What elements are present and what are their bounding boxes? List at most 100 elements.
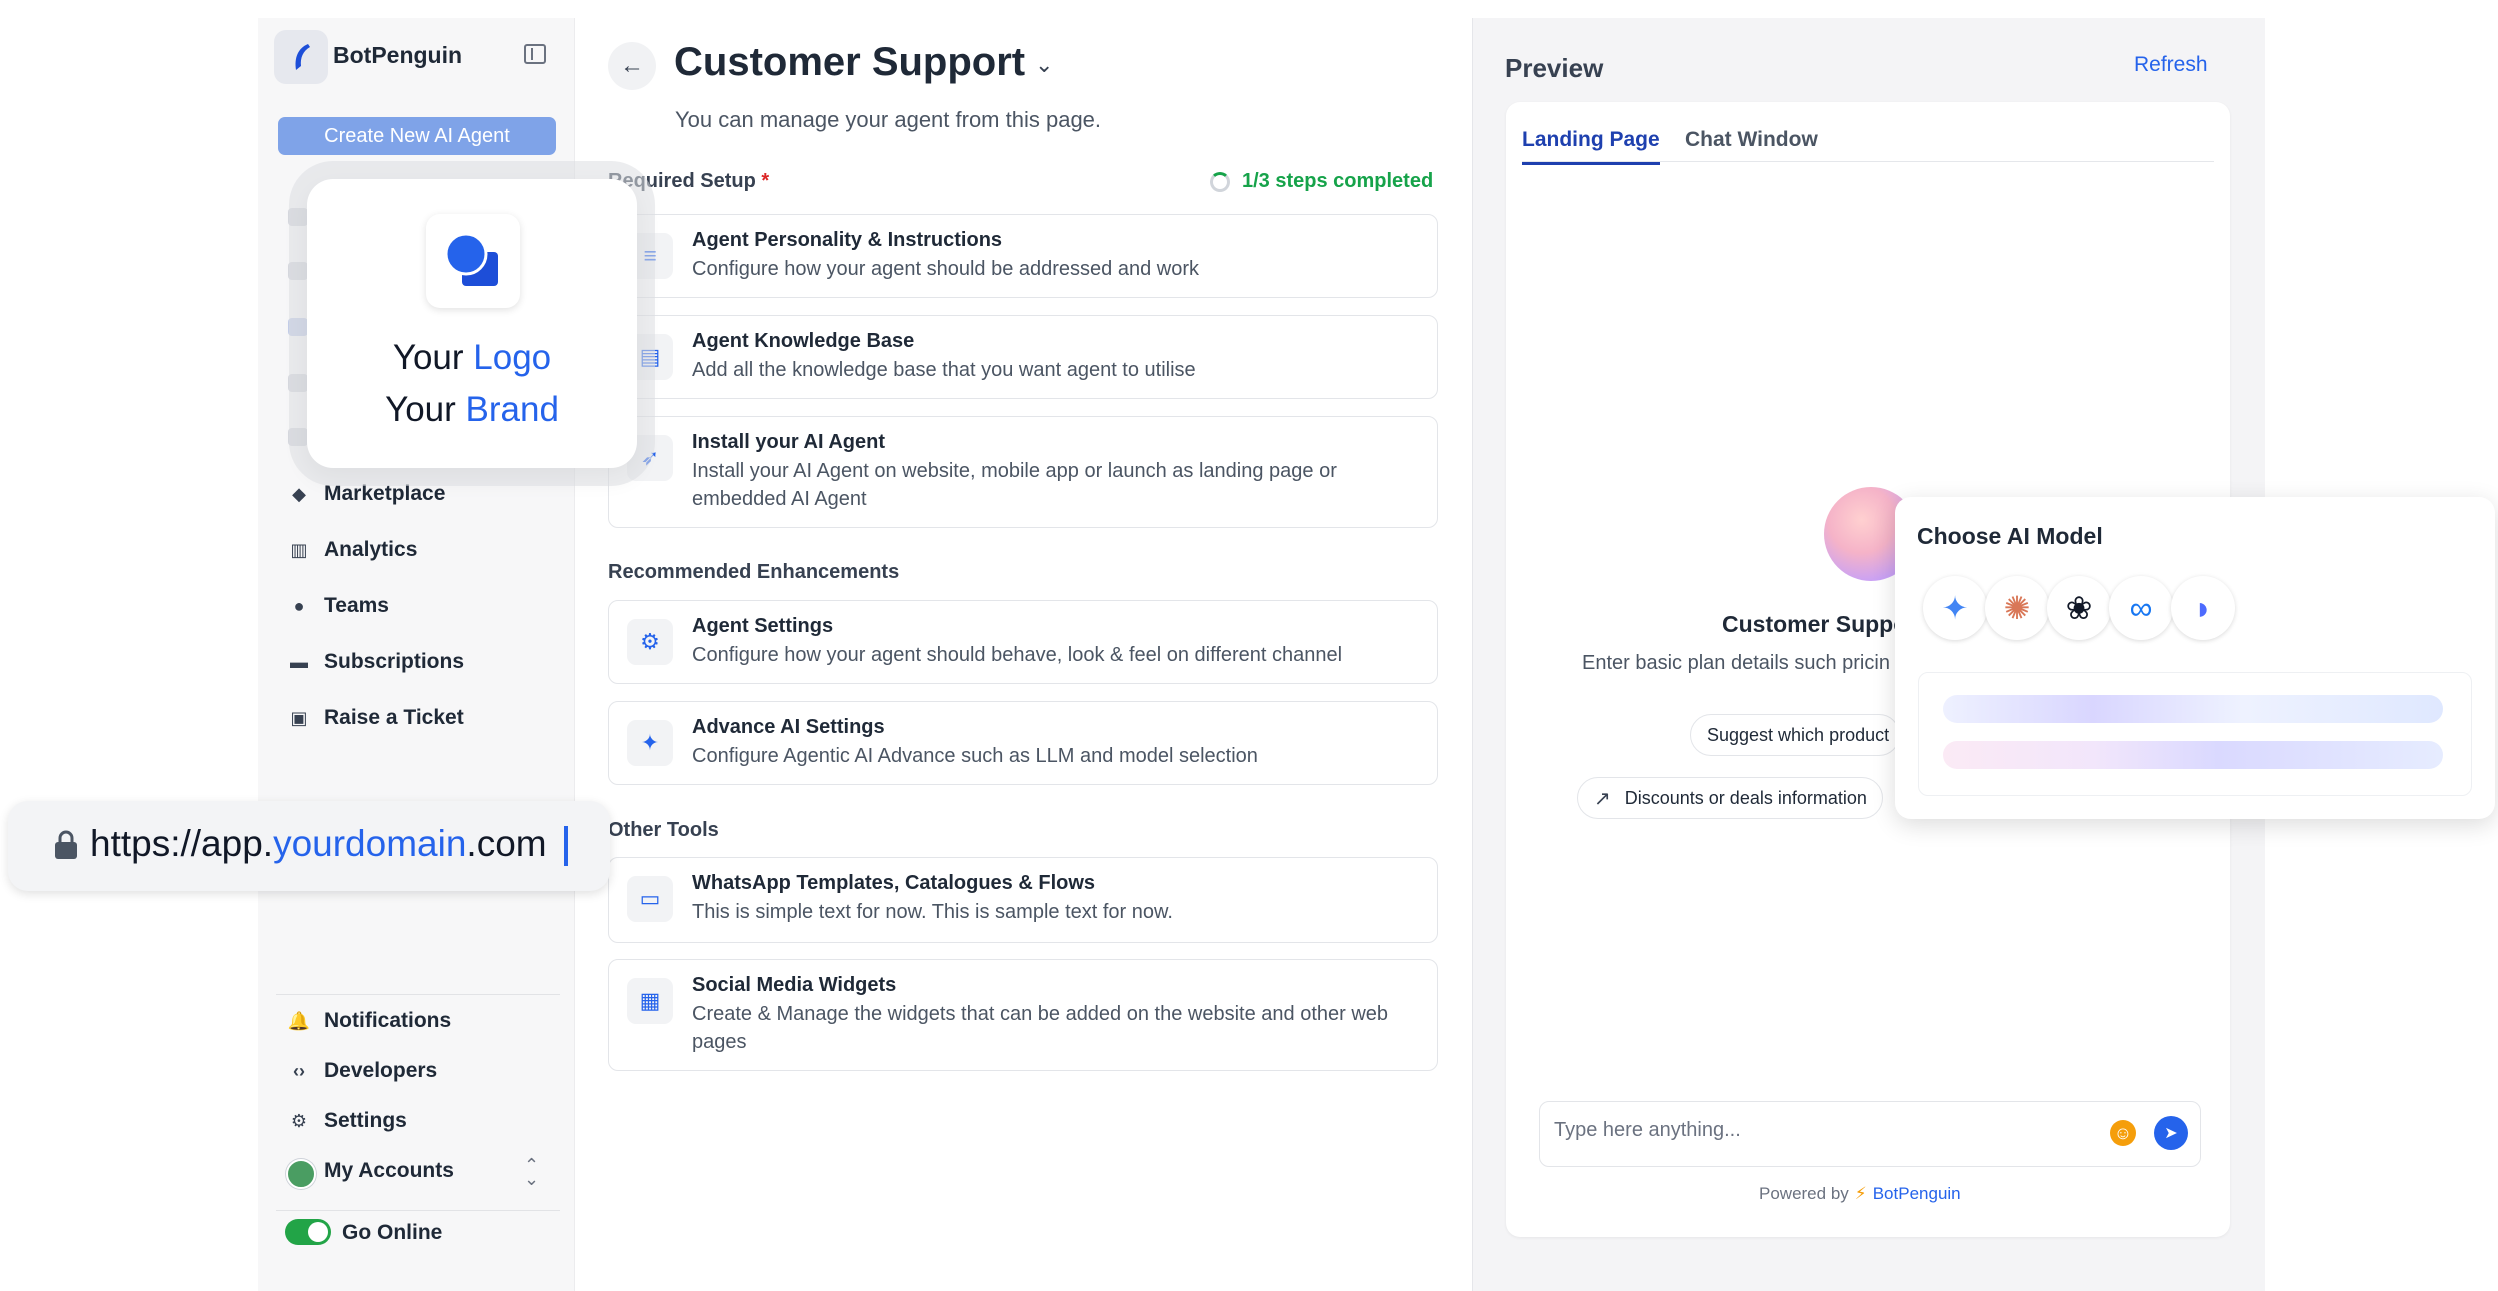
page-subtitle: You can manage your agent from this page… [675,107,1102,132]
inbox-icon[interactable] [288,428,308,446]
card-advance-ai-settings[interactable]: ✦ Advance AI Settings Configure Agentic … [608,701,1438,785]
chevron-down-icon[interactable]: ⌄ [1035,52,1053,78]
chat-bubble-logo-icon [444,232,498,286]
card-description: Create & Manage the widgets that can be … [692,1003,1389,1053]
card-title: Agent Settings [692,615,834,637]
penguin-logo-icon [295,44,310,70]
sidebar-item-label: My Accounts [324,1159,454,1182]
text-caret [564,826,568,866]
your-logo-box [426,214,520,308]
card-title: WhatsApp Templates, Catalogues & Flows [692,872,1096,894]
gear-icon: ⚙ [627,619,673,665]
meta-icon[interactable]: ∞ [2109,576,2173,640]
chat-input-box[interactable] [1539,1101,2201,1167]
required-star: * [761,170,770,192]
grid-icon: ▦ [627,978,673,1024]
card-social-widgets[interactable]: ▦ Social Media Widgets Create & Manage t… [608,959,1438,1071]
emoji-icon[interactable]: ☺ [2110,1120,2136,1146]
suggestion-chip[interactable]: ↗ Discounts or deals information [1577,777,1883,819]
chat-icon[interactable] [288,318,308,336]
monitor-icon: ▬ [290,651,308,672]
go-online-toggle[interactable] [285,1219,331,1245]
chevron-updown-icon[interactable]: ⌃ ⌄ [524,1156,539,1188]
sidebar-item-subscriptions[interactable]: ▬ Subscriptions [288,647,464,677]
card-agent-personality[interactable]: ≡ Agent Personality & Instructions Confi… [608,214,1438,298]
send-button[interactable]: ➤ [2154,1116,2188,1150]
flow-icon[interactable] [288,262,308,280]
chat-input[interactable] [1552,1118,2116,1143]
url-domain: yourdomain [273,823,467,864]
refresh-button[interactable]: Refresh [2128,52,2214,78]
page-title: Customer Support [674,40,1026,84]
sparkle-icon: ✦ [627,720,673,766]
steps-text: 1/3 steps completed [1242,170,1434,192]
brand-text: Your [385,390,456,429]
sidebar-item-settings[interactable]: ⚙ Settings [288,1106,407,1136]
sidebar-divider [276,994,560,995]
template-icon: ▭ [627,876,673,922]
people-icon: ● [293,595,305,616]
card-title: Install your AI Agent [692,431,885,453]
chip-label: Discounts or deals information [1624,787,1867,808]
bell-icon: 🔔 [287,1010,311,1031]
powered-by-text: Powered by [1759,1184,1849,1203]
home-icon[interactable] [288,208,308,226]
sidebar-item-analytics[interactable]: ▥ Analytics [288,535,417,565]
suggestion-chip[interactable]: Suggest which product [1690,714,1900,756]
sidebar-item-developers[interactable]: ‹› Developers [288,1056,437,1086]
sidebar-item-label: Subscriptions [324,650,465,673]
botpenguin-logo[interactable] [274,30,328,84]
claude-icon[interactable]: ✺ [1985,576,2049,640]
tab-chat-window[interactable]: Chat Window [1685,128,1818,162]
lock-icon [55,830,77,859]
sidebar-divider [276,1210,560,1211]
card-whatsapp-templates[interactable]: ▭ WhatsApp Templates, Catalogues & Flows… [608,857,1438,943]
gemini-icon[interactable]: ✦ [1923,576,1987,640]
card-description: Install your AI Agent on website, mobile… [692,460,1337,510]
avatar [286,1159,316,1189]
steps-progress: 1/3 steps completed [1210,170,1433,193]
brand-line-2: Your Brand [307,390,637,430]
card-agent-settings[interactable]: ⚙ Agent Settings Configure how your agen… [608,600,1438,684]
card-title: Advance AI Settings [692,716,885,738]
card-title: Agent Personality & Instructions [692,229,1003,251]
card-description: Configure Agentic AI Advance such as LLM… [692,745,1258,767]
other-tools-label: Other Tools [608,819,719,841]
sidebar-collapse-icon[interactable] [524,44,546,64]
code-icon: ‹› [293,1060,305,1081]
chip-label: Suggest which product [1707,724,1890,745]
sidebar-item-label: Developers [324,1059,438,1082]
create-agent-button[interactable]: Create New AI Agent [278,117,556,155]
sidebar-item-label: Teams [324,594,389,617]
recommended-label: Recommended Enhancements [608,561,900,583]
back-button[interactable]: ← [608,42,656,90]
tab-landing-page[interactable]: Landing Page [1522,128,1660,165]
card-title: Social Media Widgets [692,974,897,996]
card-description: This is simple text for now. This is sam… [692,901,1173,923]
sidebar-item-teams[interactable]: ● Teams [288,591,389,621]
card-description: Configure how your agent should be addre… [692,258,1199,280]
bar-chart-icon: ▥ [290,539,308,560]
tab-divider [1522,161,2214,162]
powered-by-brand[interactable]: BotPenguin [1873,1184,1961,1203]
go-online-text: Go Online [342,1221,443,1244]
deepseek-icon[interactable]: ◗ [2171,576,2235,640]
sidebar-item-my-accounts[interactable]: My Accounts [324,1156,454,1186]
powered-by: Powered by ⚡ BotPenguin [1759,1184,1961,1204]
sidebar-item-notifications[interactable]: 🔔 Notifications [288,1006,451,1036]
openai-icon[interactable]: ❀ [2047,576,2111,640]
bolt-icon: ⚡ [1854,1184,1867,1203]
sidebar-item-raise-ticket[interactable]: ▣ Raise a Ticket [288,703,463,733]
sidebar-item-label: Marketplace [324,482,446,505]
loading-placeholder [1918,672,2472,796]
card-title: Agent Knowledge Base [692,330,915,352]
progress-ring-icon [1210,171,1230,192]
card-knowledge-base[interactable]: ▤ Agent Knowledge Base Add all the knowl… [608,315,1438,399]
card-description: Add all the knowledge base that you want… [692,359,1196,381]
card-install-agent[interactable]: ➶ Install your AI Agent Install your AI … [608,416,1438,528]
sidebar-item-marketplace[interactable]: ◆ Marketplace [288,479,445,509]
url-suffix: .com [466,823,547,864]
integrations-icon[interactable] [288,374,308,392]
bot-description: Enter basic plan details such pricin [1582,652,1890,674]
brand-highlight: Brand [465,390,559,429]
